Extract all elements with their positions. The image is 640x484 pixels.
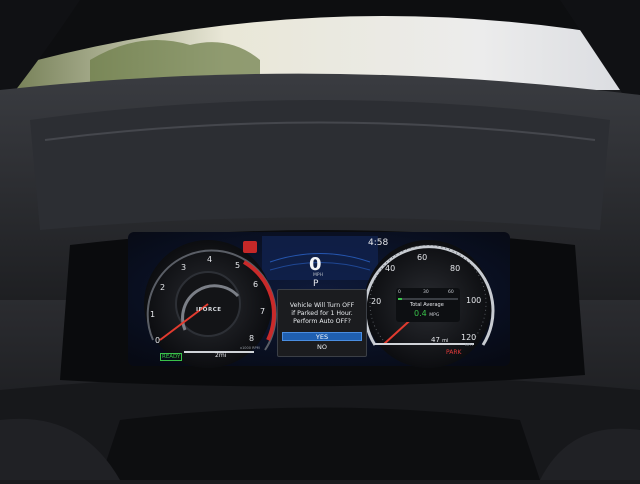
dialog-line-1: Vehicle Will Turn OFF [289, 302, 355, 309]
gear-indicator: P [313, 279, 319, 289]
dialog-line-2: if Parked for 1 Hour. [291, 310, 353, 317]
tach-tick-8: 8 [249, 334, 255, 343]
auto-off-dialog: Vehicle Will Turn OFF if Parked for 1 Ho… [277, 289, 367, 357]
speed-unit-small: MPH [465, 343, 473, 347]
fuel-average-number: 0.4 [414, 309, 427, 318]
speed-tick-120: 120 [461, 333, 477, 342]
range-value: 47 [431, 336, 440, 344]
range-unit: mi [442, 338, 449, 344]
yes-button[interactable]: YES [282, 332, 362, 341]
range-readout: 47 mi [431, 336, 448, 344]
speed-tick-100: 100 [466, 296, 482, 305]
tach-tick-6: 6 [253, 280, 259, 289]
fuel-average-value: 0.4 MPG [414, 309, 439, 318]
fuel-average-unit: MPG [429, 313, 440, 318]
dashboard-photo: 4:58 0 MPH P 0 1 2 3 4 5 6 7 8 x1000 RPM… [0, 0, 640, 480]
park-indicator: PARK [446, 349, 462, 356]
fuel-scale-30: 30 [423, 290, 429, 295]
trip-distance: 2mi [215, 352, 226, 359]
tach-tick-5: 5 [235, 261, 241, 270]
speed-tick-20: 20 [371, 297, 382, 306]
dialog-line-3: Perform Auto OFF? [293, 318, 351, 325]
tach-tick-4: 4 [207, 255, 213, 264]
speed-tick-60: 60 [417, 253, 428, 262]
fuel-scale-60: 60 [448, 290, 454, 295]
brand-logo: IFORCE [196, 307, 222, 313]
tach-tick-3: 3 [181, 263, 187, 272]
speed-unit-label: MPH [313, 273, 323, 278]
tach-tick-2: 2 [160, 283, 166, 292]
speed-tick-40: 40 [385, 264, 396, 273]
fuel-average-label: Total Average [410, 302, 444, 308]
tach-tick-1: 1 [150, 310, 156, 319]
tach-tick-0: 0 [155, 336, 161, 345]
photo-background [0, 0, 640, 480]
speed-readout: 0 [309, 254, 322, 275]
clock: 4:58 [368, 238, 389, 248]
trip-distance-unit: mi [218, 352, 227, 359]
no-button[interactable]: NO [282, 343, 362, 352]
tach-unit-label: x1000 RPM [240, 346, 260, 350]
ready-indicator: READY [160, 353, 183, 361]
fuel-scale-0: 0 [398, 290, 401, 295]
tach-tick-7: 7 [260, 307, 266, 316]
speed-tick-80: 80 [450, 264, 461, 273]
